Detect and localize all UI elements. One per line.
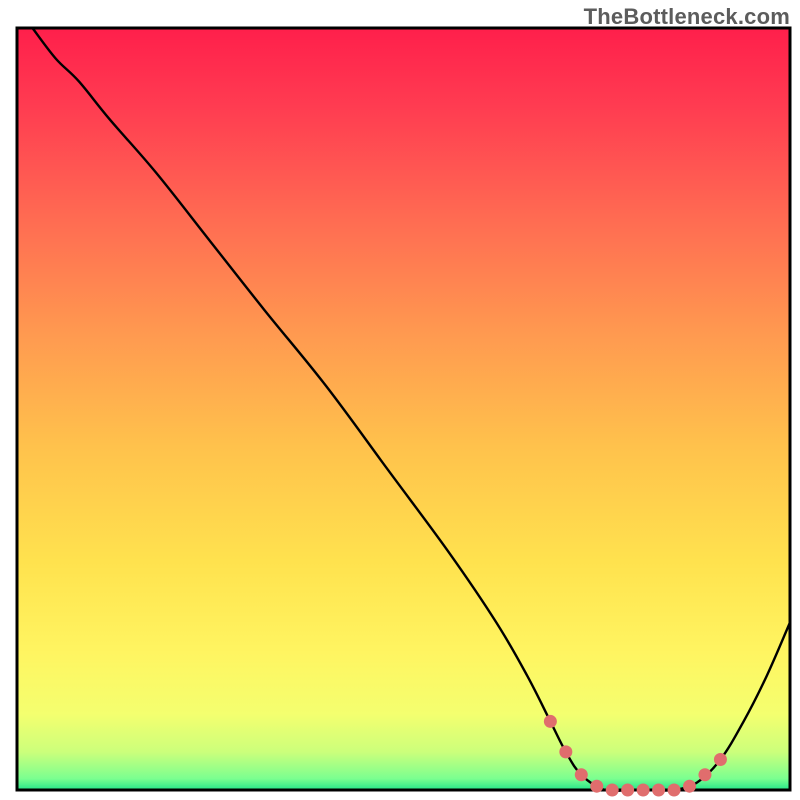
bottleneck-chart	[0, 0, 800, 800]
plot-background	[17, 28, 790, 790]
highlight-marker	[652, 784, 665, 797]
highlight-marker	[698, 768, 711, 781]
highlight-marker	[714, 753, 727, 766]
highlight-marker	[637, 784, 650, 797]
highlight-marker	[668, 784, 681, 797]
watermark-text: TheBottleneck.com	[584, 4, 790, 30]
highlight-marker	[575, 768, 588, 781]
highlight-marker	[683, 780, 696, 793]
highlight-marker	[559, 745, 572, 758]
highlight-marker	[590, 780, 603, 793]
highlight-marker	[606, 784, 619, 797]
chart-stage: TheBottleneck.com	[0, 0, 800, 800]
highlight-marker	[621, 784, 634, 797]
highlight-marker	[544, 715, 557, 728]
